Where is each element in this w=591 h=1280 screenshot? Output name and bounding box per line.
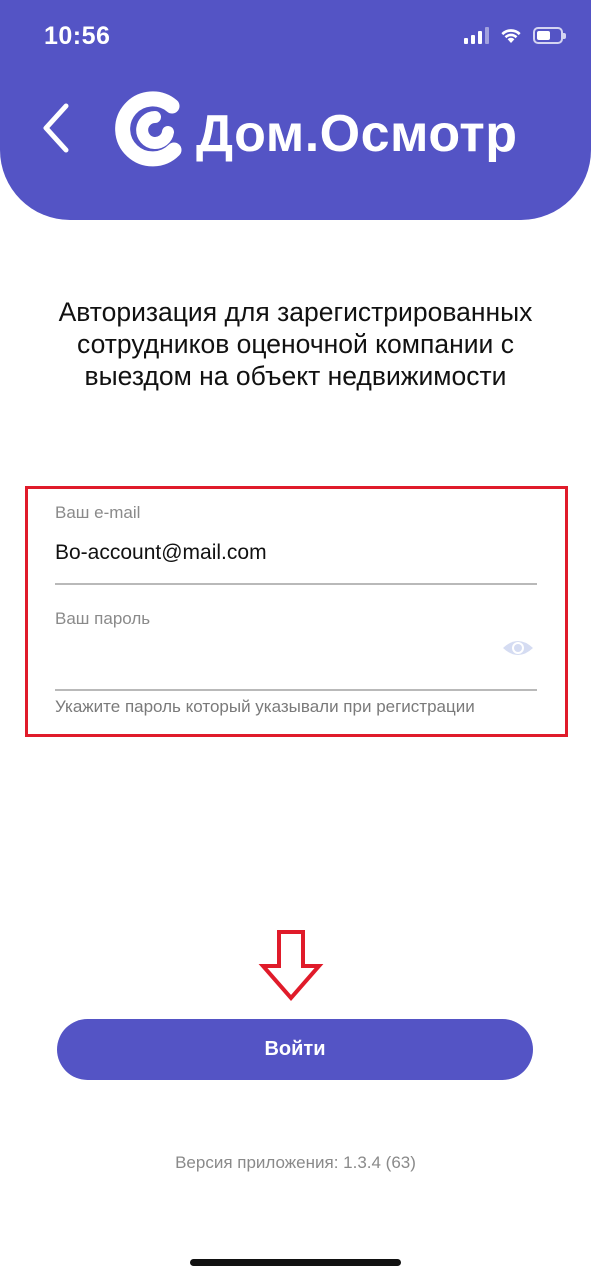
password-field[interactable]: [55, 634, 495, 668]
email-field[interactable]: [55, 536, 495, 570]
app-header: 10:56 Дом.Осмотр: [0, 0, 591, 220]
email-underline: [55, 583, 537, 585]
app-version: Версия приложения: 1.3.4 (63): [175, 1153, 416, 1172]
home-indicator[interactable]: [190, 1259, 401, 1266]
password-helper-text: Укажите пароль который указывали при рег…: [55, 697, 475, 716]
logo-icon: [115, 91, 182, 167]
battery-icon: [533, 26, 566, 44]
password-underline: [55, 689, 537, 691]
status-icons: [464, 26, 566, 44]
arrow-down-icon: [258, 930, 324, 1002]
logo-text: Дом.Осмотр: [196, 105, 518, 163]
back-button[interactable]: [38, 98, 78, 158]
wifi-icon: [501, 29, 521, 43]
cellular-signal-icon: [464, 26, 489, 44]
eye-icon[interactable]: [501, 636, 535, 660]
login-button[interactable]: Войти: [57, 1019, 533, 1080]
password-label: Ваш пароль: [55, 609, 151, 628]
status-time: 10:56: [44, 22, 111, 50]
page-title: Авторизация для зарегистрированных сотру…: [58, 297, 533, 391]
chevron-left-icon: [43, 103, 69, 153]
email-label: Ваш e-mail: [55, 503, 141, 522]
